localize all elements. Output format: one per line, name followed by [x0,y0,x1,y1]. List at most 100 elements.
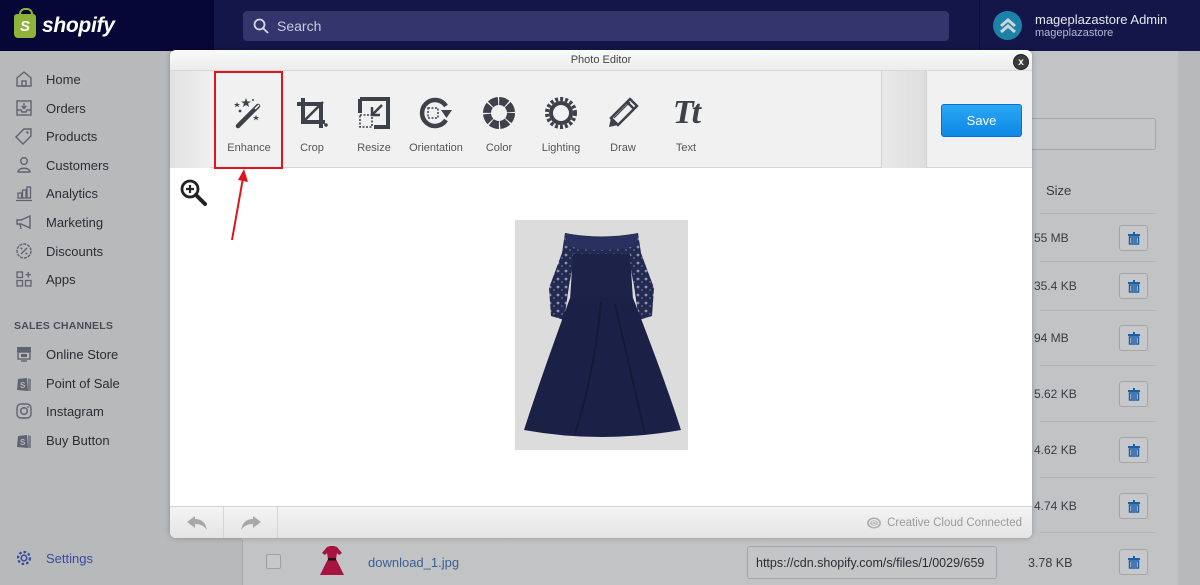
sidebar-item-label: Online Store [46,346,119,362]
avatar [993,11,1022,40]
row-divider [1040,261,1156,262]
chevron-logo-icon [999,17,1016,33]
search-placeholder: Search [277,18,322,34]
file-size: 4.62 KB [1034,443,1077,457]
image-canvas[interactable] [170,168,1032,506]
creative-cloud-label: Creative Cloud Connected [887,516,1022,529]
file-thumbnail[interactable] [318,545,346,582]
tool-crop[interactable]: Crop [281,71,343,168]
column-divider [242,540,243,585]
tool-text[interactable]: Tt Text [655,71,717,168]
sidebar-item-label: Home [46,71,81,87]
tool-orientation[interactable]: Orientation [405,71,467,168]
redo-button[interactable] [224,507,278,538]
delete-button[interactable] [1119,549,1148,575]
trash-icon [1127,279,1140,293]
tool-label: Orientation [409,142,463,154]
store-icon [14,344,34,364]
undo-icon [186,516,207,530]
shopify-logo[interactable]: S shopify [0,0,214,51]
sidebar-item-products[interactable]: Products [14,125,97,147]
row-divider [1040,532,1156,533]
toolbar-left-edge [170,71,210,168]
sidebar-item-label: Apps [46,271,76,287]
redo-icon [240,516,261,530]
file-size: 4.74 KB [1034,499,1077,513]
editor-toolbar: Enhance Crop Resize Orientation Color Li… [170,71,1032,168]
save-button[interactable]: Save [941,104,1022,137]
shopify-bag-icon: S [14,7,36,38]
sun-icon [544,93,578,133]
tool-resize[interactable]: Resize [343,71,405,168]
sidebar-item-label: Settings [46,550,93,566]
sidebar-item-discounts[interactable]: Discounts [14,240,103,262]
delete-button[interactable] [1119,325,1148,351]
sidebar-item-apps[interactable]: Apps [14,268,76,290]
crop-icon [295,93,329,133]
zoom-in-icon[interactable] [179,178,209,213]
instagram-icon [14,401,34,421]
undo-button[interactable] [170,507,224,538]
tool-lighting[interactable]: Lighting [530,71,592,168]
search-input[interactable]: Search [243,11,949,41]
sidebar-item-label: Point of Sale [46,375,120,391]
enhance-highlight-box [214,71,283,169]
size-column-header: Size [1046,183,1072,198]
shopify-bag-icon: S [14,373,34,393]
sidebar-item-point-of-sale[interactable]: S Point of Sale [14,372,120,394]
sidebar-item-label: Analytics [46,185,99,201]
sidebar-item-customers[interactable]: Customers [14,154,109,176]
tool-label: Color [485,142,513,154]
file-name-link[interactable]: download_1.jpg [368,555,459,570]
close-button[interactable]: x [1013,54,1029,70]
delete-button[interactable] [1119,437,1148,463]
dress-photo [515,220,688,450]
tool-draw[interactable]: Draw [592,71,654,168]
account-name: mageplazastore Admin [1035,11,1168,27]
row-checkbox[interactable] [266,554,281,569]
resize-icon [357,93,391,133]
dialog-title: Photo Editor [170,50,1032,71]
brand-name: shopify [42,13,115,37]
svg-text:S: S [20,438,26,447]
sidebar-item-online-store[interactable]: Online Store [14,343,118,365]
row-divider [1040,421,1156,422]
file-url-field[interactable]: https://cdn.shopify.com/s/files/1/0029/6… [747,546,997,579]
creative-cloud-status: Creative Cloud Connected [866,516,1022,529]
delete-button[interactable] [1119,273,1148,299]
file-size: 3.78 KB [1028,556,1073,570]
editor-footer: Creative Cloud Connected [170,506,1032,538]
file-size: 94 MB [1034,331,1069,345]
tool-label: Text [675,142,697,154]
tool-color[interactable]: Color [468,71,530,168]
annotation-arrow-icon [231,169,248,241]
sidebar-item-label: Discounts [46,243,104,259]
sidebar-item-analytics[interactable]: Analytics [14,182,98,204]
sidebar-item-orders[interactable]: Orders [14,97,86,119]
row-divider [1040,213,1156,214]
text-glyph: Tt [672,94,701,131]
creative-cloud-icon [867,517,882,529]
tool-label: Resize [357,142,391,154]
sidebar-item-marketing[interactable]: Marketing [14,211,103,233]
row-divider [1040,310,1156,311]
sidebar-item-buy-button[interactable]: S Buy Button [14,429,110,451]
color-wheel-icon [482,93,516,133]
delete-button[interactable] [1119,225,1148,251]
discount-icon [14,241,34,261]
delete-button[interactable] [1119,381,1148,407]
person-icon [14,155,34,175]
toolbar-divider [926,71,927,168]
sidebar-item-instagram[interactable]: Instagram [14,400,104,422]
tag-icon [14,126,34,146]
top-bar: S shopify Search mageplazastore Admin ma… [0,0,1200,51]
navy-dress-image [524,233,681,437]
bar-chart-icon [14,183,34,203]
sidebar-item-home[interactable]: Home [14,68,81,90]
tool-label: Draw [610,142,636,154]
account-menu[interactable]: mageplazastore Admin mageplazastore [979,0,1167,51]
delete-button[interactable] [1119,493,1148,519]
trash-icon [1127,387,1140,401]
sidebar-item-label: Marketing [46,214,104,230]
sidebar-item-settings[interactable]: Settings [14,547,93,569]
